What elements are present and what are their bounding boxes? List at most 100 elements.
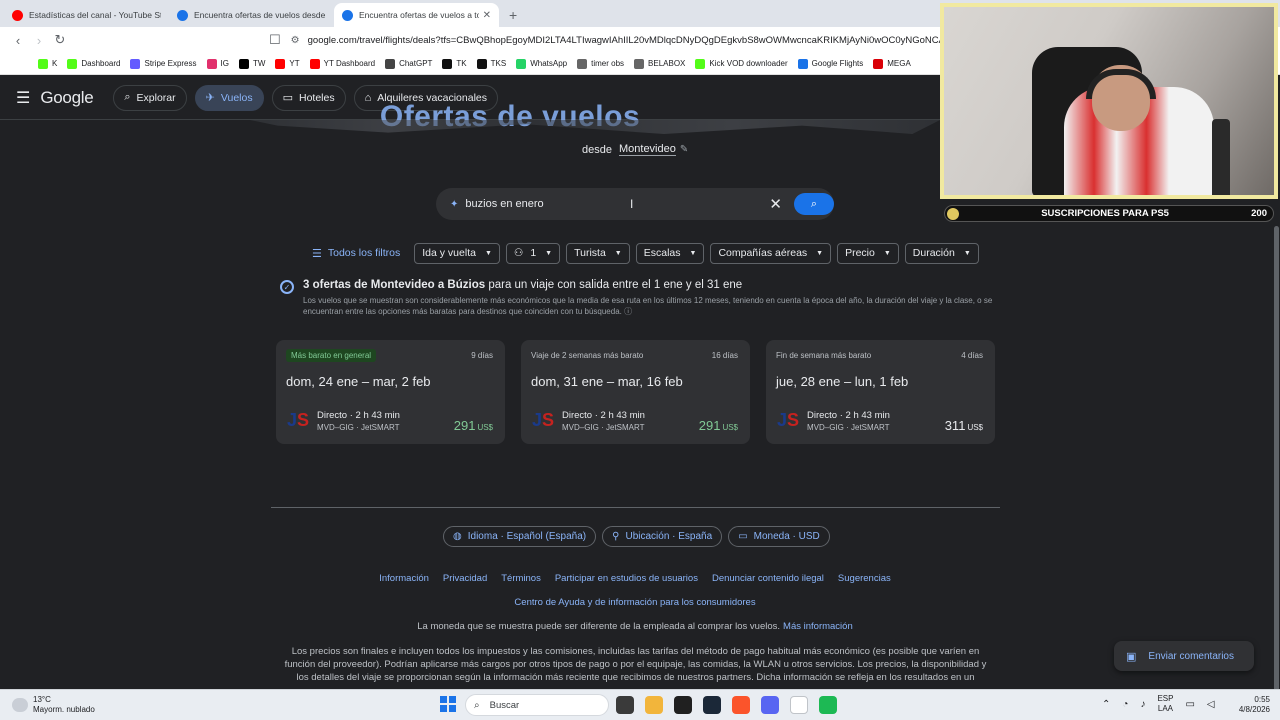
back-icon[interactable]: ‹ [8,33,28,48]
scrollbar-thumb[interactable] [1274,226,1279,716]
flight-route: MVD–GIG · JetSMART [317,423,400,432]
forward-icon[interactable]: › [29,33,49,48]
price-disclaimer: Los precios son finales e incluyen todos… [284,646,987,683]
origin-city[interactable]: Montevideo [618,143,676,156]
currency-label: Moneda · USD [753,531,820,542]
bookmark-item[interactable]: Stripe Express [130,58,197,69]
all-filters-button[interactable]: ☰ Todos los filtros [312,247,400,260]
taskbar-app-icon[interactable] [790,696,808,714]
footer-link[interactable]: Información [379,573,429,584]
footer-link[interactable]: Sugerencias [838,573,891,584]
bookmark-label: BELABOX [648,59,686,68]
filter-label: Escalas [643,247,681,259]
deal-card[interactable]: Viaje de 2 semanas más barato 16 días dom,… [521,340,750,444]
deal-card[interactable]: Fin de semana más barato 4 días jue, 28 en… [766,340,995,444]
deal-card[interactable]: Más barato en general 9 días dom, 24 ene –… [276,340,505,444]
footer-link[interactable]: Términos [501,573,541,584]
feedback-label: Enviar comentarios [1148,650,1234,662]
filter-chip[interactable]: ⚇ 1 ▼ [505,242,561,264]
filter-chip[interactable]: Escalas ▼ [635,242,705,264]
deal-label: Más barato en general [286,349,377,362]
flight-stops: Directo · 2 h 43 min [807,410,890,421]
feedback-button[interactable]: ▣ Enviar comentarios [1114,641,1254,671]
filter-chip[interactable]: Duración ▼ [904,242,979,264]
volume-icon[interactable]: ◁ [1207,699,1215,710]
taskbar-app-icon[interactable] [819,696,837,714]
browser-tab-flights-everywhere[interactable]: Encuentra ofertas de vuelos a todas part… [334,3,499,27]
bookmark-item[interactable]: YT Dashboard [309,58,375,69]
filter-chip[interactable]: Turista ▼ [566,242,630,264]
browser-tab-flights-montevideo[interactable]: Encuentra ofertas de vuelos desde Montev… [169,3,334,27]
network-icon[interactable]: ◔ [1122,699,1128,710]
taskbar-app-icon[interactable] [703,696,721,714]
bookmark-item[interactable]: Kick VOD downloader [695,58,788,69]
reload-icon[interactable]: ↻ [50,32,70,48]
bookmark-item[interactable]: BELABOX [634,58,686,69]
bookmark-label: TK [456,59,467,68]
more-info-link[interactable]: Más información [783,621,853,632]
bookmark-item[interactable]: Google Flights [797,58,863,69]
monitor-icon[interactable]: ▭ [1185,699,1194,710]
summary-note-text: Los vuelos que se muestran son considera… [303,296,993,316]
windows-start-icon[interactable] [440,696,456,712]
filter-chip[interactable]: Precio ▼ [837,242,899,264]
cloud-icon [12,698,28,712]
price-currency: US$ [477,423,493,432]
browser-tab-youtube-studio[interactable]: Estadísticas del canal - YouTube Studio [4,3,169,27]
footer-link[interactable]: Denunciar contenido ilegal [712,573,824,584]
taskbar-app-icon[interactable] [616,696,634,714]
footer-link[interactable]: Privacidad [443,573,487,584]
taskbar-search-label: Buscar [489,699,520,711]
taskbar-search[interactable]: ⌕ Buscar [465,694,609,716]
help-center-link[interactable]: Centro de Ayuda y de información para lo… [0,597,1270,608]
taskbar-app-icon[interactable] [761,696,779,714]
price-amount: 291 [698,418,721,433]
edit-icon[interactable]: ✎ [680,144,688,155]
clock[interactable]: 0:55 4/8/2026 [1228,695,1270,715]
deals-summary: ✓ 3 ofertas de Montevideo a Búzios para … [280,279,1000,317]
locale-settings: ◍ Idioma · Español (España) ⚲ Ubicación · … [443,526,836,547]
close-tab-icon[interactable]: ✕ [483,10,491,21]
site-info-icon[interactable]: ⚙ [291,35,300,46]
chevron-up-icon[interactable]: ⌃ [1102,699,1110,710]
bookmark-item[interactable]: Dashboard [67,58,120,69]
flight-route: MVD–GIG · JetSMART [562,423,645,432]
info-icon[interactable]: ⓘ [624,307,632,316]
bookmark-favicon-icon [38,58,48,69]
bookmark-item[interactable]: ChatGPT [385,58,432,69]
filter-chip[interactable]: Ida y vuelta ▼ [414,242,500,264]
location-label: Ubicación · España [625,531,713,542]
bookmark-item[interactable]: IG [206,58,229,69]
bookmark-item[interactable]: timer obs [577,58,624,69]
bookmark-icon[interactable]: ☐ [269,32,281,48]
flight-stops: Directo · 2 h 43 min [317,410,400,421]
filter-chip[interactable]: Compañías aéreas ▼ [710,242,832,264]
bookmark-item[interactable]: K [38,58,57,69]
bookmark-favicon-icon [577,58,588,69]
bookmark-item[interactable]: MEGA [873,58,911,69]
search-button[interactable]: ⌕ [793,193,834,215]
location-button[interactable]: ⚲ Ubicación · España [602,526,723,547]
mic-icon[interactable]: ♪ [1140,699,1145,710]
new-tab-icon[interactable]: + [499,7,527,27]
bookmark-item[interactable]: TKS [476,58,506,69]
currency-button[interactable]: ▭ Moneda · USD [728,526,830,547]
currency-icon: ▭ [738,531,748,542]
footer-link[interactable]: Participar en estudios de usuarios [555,573,698,584]
youtube-icon [12,9,23,21]
bookmark-item[interactable]: YT [275,58,300,69]
taskbar-app-icon[interactable] [645,696,663,714]
bookmark-item[interactable]: WhatsApp [516,58,567,69]
taskbar-app-icon[interactable] [732,696,750,714]
language-button[interactable]: ◍ Idioma · Español (España) [443,526,597,547]
goal-label: SUSCRIPCIONES PARA PS5 [1041,208,1169,219]
bookmark-favicon-icon [275,58,286,69]
clear-icon[interactable]: ✕ [769,195,782,213]
taskbar-app-icon[interactable] [674,696,692,714]
bookmark-item[interactable]: TW [238,58,265,69]
search-input[interactable] [465,198,756,210]
bookmark-favicon-icon [385,58,396,69]
input-language[interactable]: ESP LAA [1157,694,1173,714]
weather-widget[interactable]: 13°C Mayorm. nublado [12,695,95,715]
bookmark-item[interactable]: TK [442,58,467,69]
